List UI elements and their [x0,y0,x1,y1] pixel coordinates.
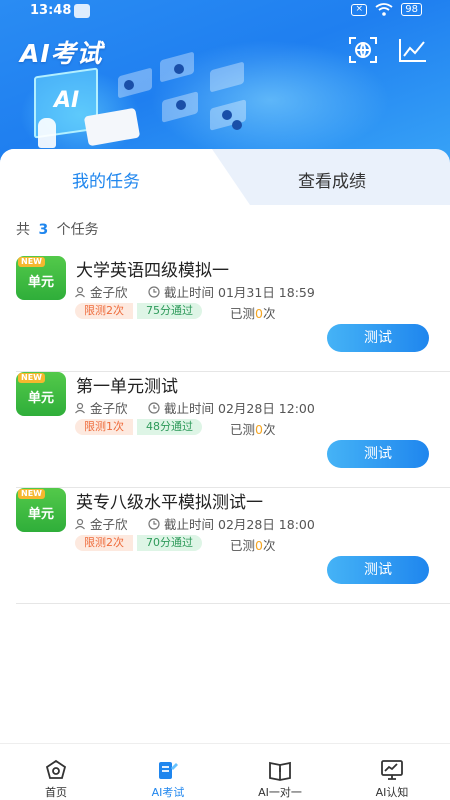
test-button[interactable]: 测试 [327,556,429,584]
task-item[interactable]: NEW 单元 大学英语四级模拟一 金子欣 截止时间 01月31日 18:59 限… [16,256,450,372]
clock-icon [148,517,160,530]
chart-trend-icon[interactable] [398,36,428,64]
limit-chip: 限测1次 [75,419,133,435]
task-teacher: 金子欣 [74,514,128,533]
task-count-number: 3 [38,222,49,238]
battery-indicator: 98 [401,3,422,16]
user-icon [75,286,85,297]
tested-prefix: 已测 [230,538,256,553]
tested-suffix: 次 [262,538,276,553]
tested-prefix: 已测 [230,306,256,321]
status-time: 13:48 [30,3,72,18]
task-title: 第一单元测试 [76,377,178,397]
task-deadline: 截止时间 01月31日 18:59 [148,282,315,301]
tested-number: 0 [255,306,263,321]
new-badge: NEW [18,373,45,383]
task-item[interactable]: NEW 单元 第一单元测试 金子欣 截止时间 02月28日 12:00 限测1次… [16,372,450,488]
tested-count: 已测0次 [230,535,275,554]
task-teacher: 金子欣 [74,282,128,301]
tested-suffix: 次 [262,306,276,321]
deadline-value: 02月28日 12:00 [218,401,315,416]
app-title: AI考试 [20,39,103,68]
nav-ai-exam[interactable]: AI考试 [112,744,224,800]
tested-number: 0 [255,422,263,437]
sim-icon: × [351,3,368,16]
user-icon [75,402,85,413]
clock-icon [148,401,160,414]
limit-chip: 限测2次 [75,303,133,319]
teacher-name: 金子欣 [90,285,128,300]
teacher-name: 金子欣 [90,401,128,416]
wifi-icon [375,3,393,16]
status-bar: 13:48 × 98 [0,0,450,24]
nav-label: 首页 [45,786,67,799]
clock-icon [148,285,160,298]
pass-chip: 70分通过 [137,535,202,551]
tested-number: 0 [255,538,263,553]
test-button[interactable]: 测试 [327,324,429,352]
limit-chip: 限测2次 [75,535,133,551]
new-badge: NEW [18,257,45,267]
task-title: 英专八级水平模拟测试一 [76,493,263,513]
task-title: 大学英语四级模拟一 [76,261,229,281]
notification-icon [74,4,90,18]
nav-ai-one-on-one[interactable]: AI一对一 [224,744,336,800]
tested-suffix: 次 [262,422,276,437]
nav-home[interactable]: 首页 [0,744,112,800]
scan-globe-icon[interactable] [348,36,378,64]
tab-bar: 我的任务 查看成绩 [0,149,450,205]
teacher-name: 金子欣 [90,517,128,532]
nav-label: AI一对一 [258,786,302,799]
bottom-nav: 首页 AI考试 AI一对一 AI认知 [0,743,450,800]
unit-badge: NEW 单元 [16,488,66,532]
task-count: 共 3 个任务 [16,219,99,239]
book-icon [268,758,292,782]
badge-type: 单元 [27,275,54,290]
pass-chip: 75分通过 [137,303,202,319]
home-icon [44,758,68,782]
tested-prefix: 已测 [230,422,256,437]
unit-badge: NEW 单元 [16,256,66,300]
badge-type: 单元 [27,507,54,522]
user-icon [75,518,85,529]
task-count-suffix: 个任务 [56,222,99,238]
task-item[interactable]: NEW 单元 英专八级水平模拟测试一 金子欣 截止时间 02月28日 18:00… [16,488,450,604]
tab-label-view-scores[interactable]: 查看成绩 [298,167,366,192]
ai-screen-label: AI [54,88,80,113]
deadline-value: 01月31日 18:59 [218,285,315,300]
badge-type: 单元 [27,391,54,406]
new-badge: NEW [18,489,45,499]
tested-count: 已测0次 [230,419,275,438]
task-deadline: 截止时间 02月28日 18:00 [148,514,315,533]
task-deadline: 截止时间 02月28日 12:00 [148,398,315,417]
nav-label: AI考试 [151,786,185,799]
unit-badge: NEW 单元 [16,372,66,416]
task-teacher: 金子欣 [74,398,128,417]
deadline-label: 截止时间 [164,285,215,300]
monitor-chart-icon [380,758,404,782]
tested-count: 已测0次 [230,303,275,322]
test-button[interactable]: 测试 [327,440,429,468]
tab-label-my-tasks[interactable]: 我的任务 [72,167,140,192]
deadline-label: 截止时间 [164,517,215,532]
deadline-value: 02月28日 18:00 [218,517,315,532]
nav-label: AI认知 [375,786,409,799]
deadline-label: 截止时间 [164,401,215,416]
task-count-prefix: 共 [16,222,30,238]
exam-icon [156,758,180,782]
nav-ai-cognition[interactable]: AI认知 [336,744,448,800]
pass-chip: 48分通过 [137,419,202,435]
